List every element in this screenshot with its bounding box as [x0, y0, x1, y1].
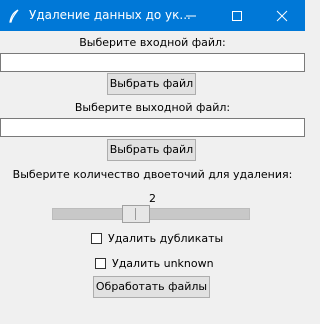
feather-icon: [8, 9, 20, 23]
remove-duplicates-option[interactable]: Удалить дубликаты: [91, 232, 223, 245]
input-file-label: Выберите входной файл:: [79, 36, 226, 49]
colons-count-value: 2: [149, 192, 156, 205]
minimize-icon: [186, 15, 196, 17]
remove-duplicates-checkbox[interactable]: [91, 233, 102, 244]
maximize-icon: [232, 11, 242, 21]
remove-duplicates-label: Удалить дубликаты: [108, 232, 224, 245]
window-content: Выберите входной файл: Выбрать файл Выбе…: [0, 31, 305, 324]
close-button[interactable]: [259, 0, 305, 31]
maximize-button[interactable]: [214, 0, 260, 31]
close-icon: [276, 10, 288, 22]
colons-count-slider[interactable]: [52, 205, 250, 223]
input-file-field[interactable]: [0, 53, 305, 72]
slider-thumb[interactable]: [122, 205, 150, 223]
select-input-file-button[interactable]: Выбрать файл: [107, 73, 196, 95]
select-output-file-button[interactable]: Выбрать файл: [107, 139, 196, 161]
remove-unknown-option[interactable]: Удалить unknown: [95, 257, 214, 270]
title-bar[interactable]: Удаление данных до ук...: [0, 0, 305, 31]
window-title: Удаление данных до ук...: [29, 8, 191, 22]
process-files-button[interactable]: Обработать файлы: [93, 276, 210, 298]
minimize-button[interactable]: [168, 0, 214, 31]
remove-unknown-checkbox[interactable]: [95, 258, 106, 269]
output-file-label: Выберите выходной файл:: [74, 101, 231, 114]
remove-unknown-label: Удалить unknown: [112, 257, 214, 270]
output-file-field[interactable]: [0, 118, 305, 137]
colons-count-label: Выберите количество двоеточий для удален…: [12, 168, 293, 181]
